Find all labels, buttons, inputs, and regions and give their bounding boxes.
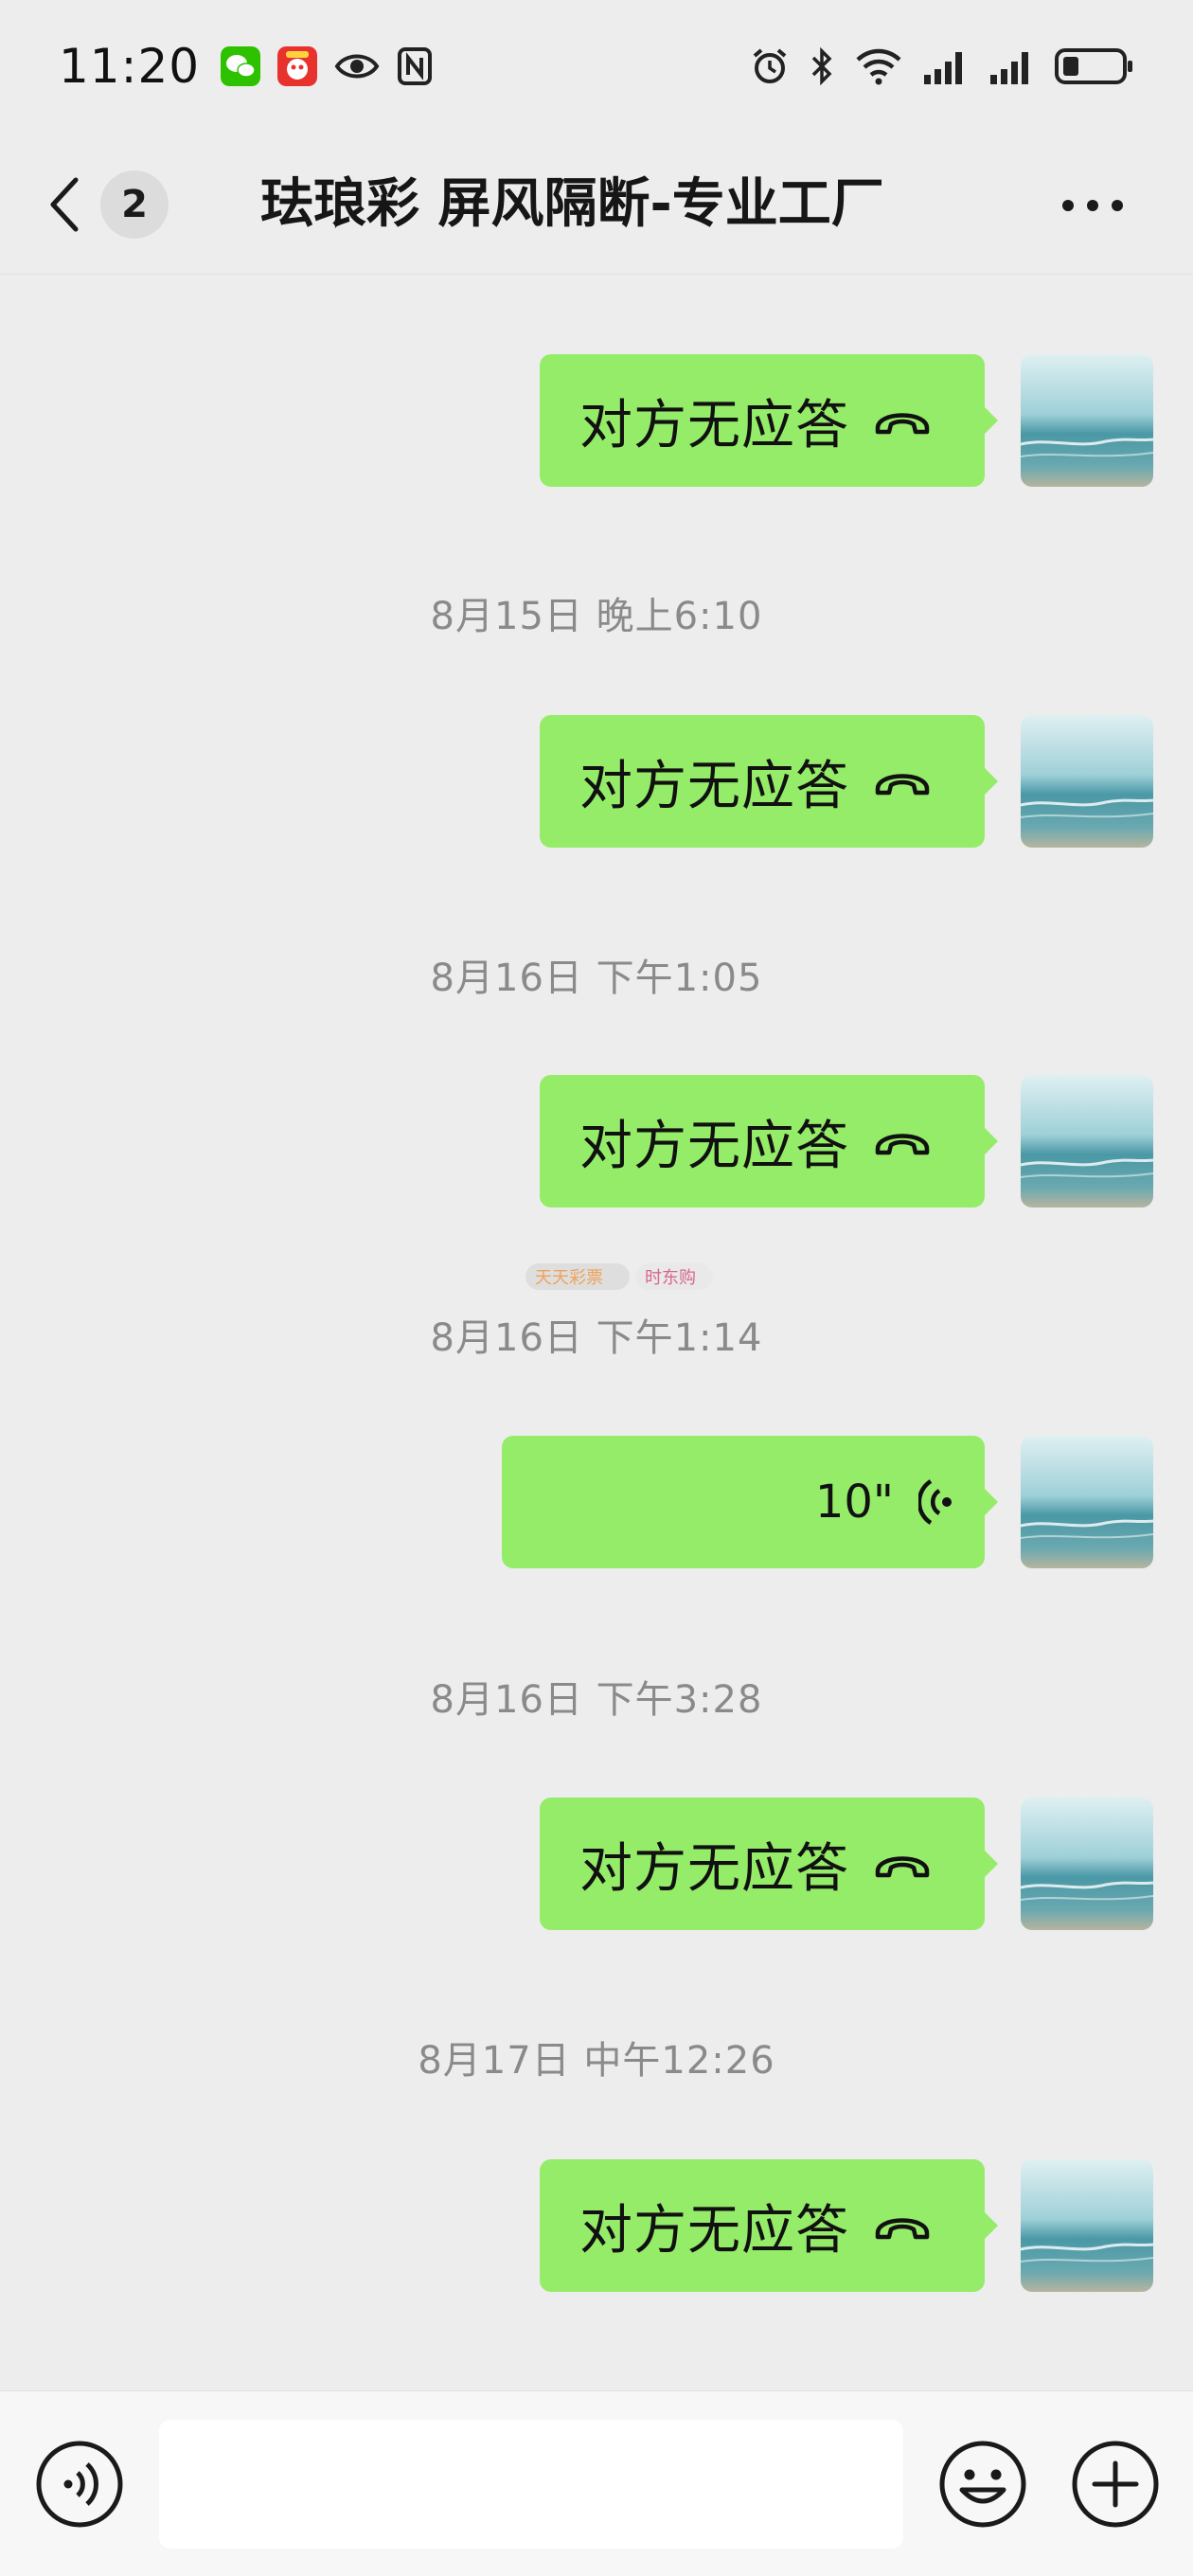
call-bubble[interactable]: 对方无应答 — [540, 715, 998, 848]
eye-icon — [334, 54, 380, 79]
chevron-left-icon — [50, 177, 79, 232]
message-row: 对方无应答 — [0, 2159, 1193, 2292]
emoji-button[interactable] — [937, 2439, 1028, 2530]
message-row: 对方无应答 — [0, 1798, 1193, 1930]
nfc-icon — [398, 47, 433, 85]
hangup-phone-icon — [875, 774, 930, 796]
avatar[interactable] — [1021, 1436, 1153, 1568]
message-timestamp: 8月17日 中午12:26 — [418, 2039, 775, 2083]
battery-icon — [1055, 48, 1132, 84]
status-system-icons — [750, 46, 1134, 86]
message-input[interactable] — [159, 2420, 903, 2549]
watermark: 天天彩票 时东购 — [525, 1263, 719, 1290]
watermark-badge: 时东购 — [635, 1263, 713, 1290]
alarm-icon — [753, 48, 787, 83]
voice-wave-icon — [918, 1479, 952, 1525]
avatar[interactable] — [1021, 1798, 1153, 1930]
call-status-text: 对方无应答 — [579, 1837, 849, 1900]
voice-duration: 10" — [814, 1476, 894, 1529]
message-timestamp: 8月16日 下午3:28 — [430, 1678, 763, 1722]
message-timestamp: 8月16日 下午1:14 — [430, 1316, 763, 1360]
watermark-badge: 天天彩票 — [525, 1263, 630, 1290]
chat-title: 珐琅彩 屏风隔断-专业工厂 — [260, 173, 884, 235]
avatar[interactable] — [1021, 715, 1153, 848]
message-row: 对方无应答 — [0, 354, 1193, 487]
avatar[interactable] — [1021, 354, 1153, 487]
app-badge-icon — [277, 46, 318, 86]
call-bubble[interactable]: 对方无应答 — [540, 1798, 998, 1930]
signal-icon — [924, 52, 962, 84]
unread-count-badge: 2 — [100, 170, 169, 239]
chat-header: 2 珐琅彩 屏风隔断-专业工厂 — [0, 133, 1193, 275]
voice-input-button[interactable] — [34, 2439, 125, 2530]
voice-input-icon — [36, 2441, 123, 2528]
more-dots-icon — [1062, 200, 1123, 211]
message-row: 对方无应答 — [0, 715, 1193, 848]
avatar[interactable] — [1021, 1075, 1153, 1208]
call-status-text: 对方无应答 — [579, 1115, 849, 1177]
voice-message-bubble[interactable]: 10" — [502, 1436, 998, 1568]
call-bubble[interactable]: 对方无应答 — [540, 354, 998, 487]
more-options-button[interactable] — [1060, 182, 1136, 229]
avatar[interactable] — [1021, 2159, 1153, 2292]
call-bubble[interactable]: 对方无应答 — [540, 1075, 998, 1208]
message-timestamp: 8月15日 晚上6:10 — [430, 595, 763, 638]
hangup-phone-icon — [875, 413, 930, 435]
call-status-text: 对方无应答 — [579, 2199, 849, 2262]
status-app-icons — [221, 46, 433, 86]
call-bubble[interactable]: 对方无应答 — [540, 2159, 998, 2292]
bluetooth-icon — [811, 46, 832, 86]
signal-icon — [990, 52, 1028, 84]
wechat-icon — [221, 46, 261, 86]
message-timestamp: 8月16日 下午1:05 — [430, 957, 763, 1000]
back-button[interactable]: 2 — [45, 170, 178, 239]
more-actions-button[interactable] — [1070, 2439, 1161, 2530]
hangup-phone-icon — [875, 1856, 930, 1878]
status-bar: 11:20 — [0, 0, 1193, 133]
message-row: 10" — [0, 1436, 1193, 1568]
call-status-text: 对方无应答 — [579, 394, 849, 456]
hangup-phone-icon — [875, 2218, 930, 2240]
emoji-icon — [939, 2441, 1026, 2528]
plus-icon — [1072, 2441, 1159, 2528]
wifi-icon — [856, 48, 901, 85]
message-row: 对方无应答 — [0, 1075, 1193, 1208]
call-status-text: 对方无应答 — [579, 755, 849, 817]
hangup-phone-icon — [875, 1134, 930, 1155]
input-bar — [0, 2390, 1193, 2576]
status-time: 11:20 — [59, 39, 201, 94]
